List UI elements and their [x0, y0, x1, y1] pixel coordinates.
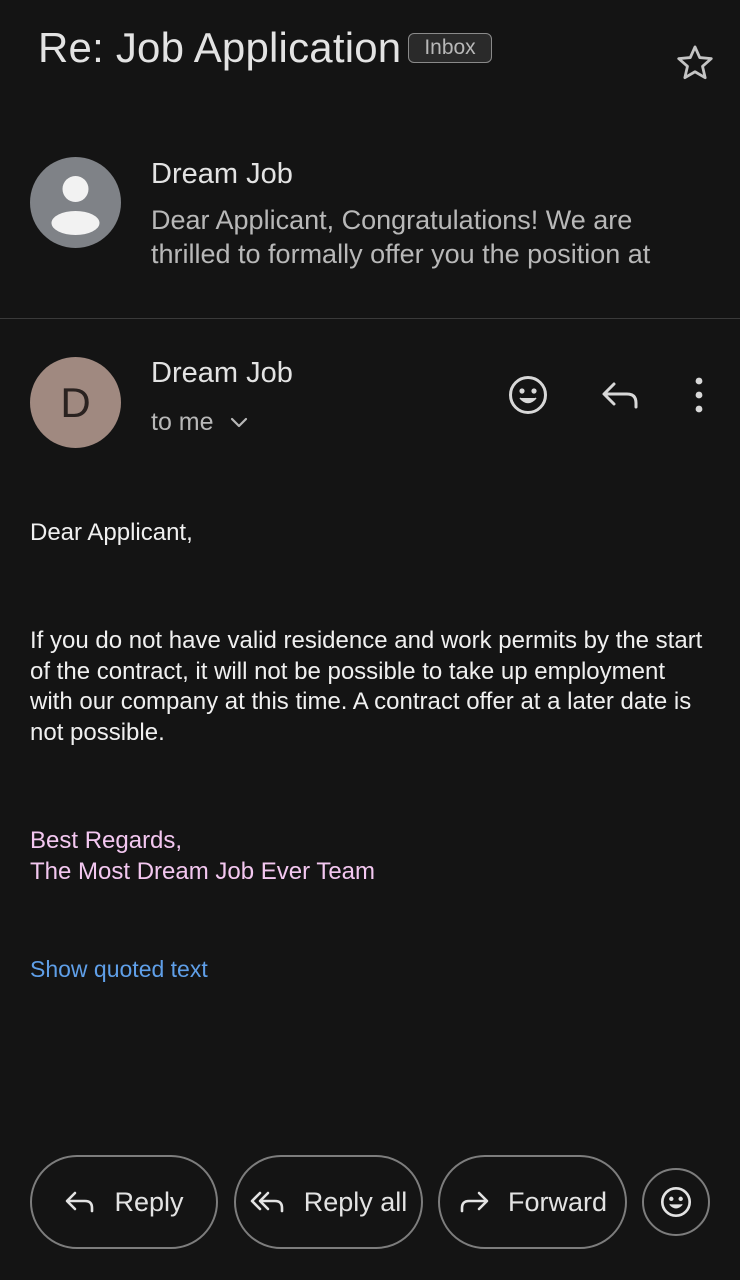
email-body-paragraph: If you do not have valid residence and w…	[30, 627, 703, 746]
reply-all-icon	[250, 1191, 284, 1213]
show-quoted-text-link[interactable]: Show quoted text	[30, 956, 208, 983]
recipient-label: to me	[151, 408, 214, 436]
reply-icon	[602, 382, 638, 409]
inbox-label-badge[interactable]: Inbox	[408, 33, 492, 63]
chevron-down-icon	[231, 418, 248, 428]
signature-line-team: The Most Dream Job Ever Team	[30, 857, 376, 885]
message-divider	[0, 318, 740, 319]
star-button[interactable]	[674, 42, 716, 84]
collapsed-message-snippet[interactable]: Dear Applicant, Congratulations! We are …	[151, 203, 711, 271]
email-subject: Re: Job Application	[38, 24, 402, 71]
reply-button-label: Reply	[114, 1186, 184, 1217]
reply-all-button[interactable]: Reply all	[234, 1155, 423, 1249]
forward-icon	[460, 1191, 489, 1213]
reply-icon-button[interactable]	[597, 372, 643, 418]
sender-avatar-generic[interactable]	[30, 157, 121, 248]
forward-button-label: Forward	[507, 1186, 608, 1217]
email-greeting: Dear Applicant,	[30, 519, 193, 546]
forward-button[interactable]: Forward	[438, 1155, 627, 1249]
reply-button[interactable]: Reply	[30, 1155, 218, 1249]
expanded-message-sender[interactable]: Dream Job	[151, 357, 293, 390]
emoji-reaction-icon	[509, 376, 547, 414]
star-outline-icon	[677, 45, 713, 80]
add-reaction-button[interactable]	[505, 372, 551, 418]
more-options-button[interactable]	[682, 372, 716, 418]
more-vert-icon	[695, 377, 703, 413]
emoji-reaction-icon	[660, 1186, 692, 1218]
reply-icon	[66, 1191, 94, 1213]
collapsed-message-sender[interactable]: Dream Job	[151, 158, 293, 191]
signature-line-regards: Best Regards,	[30, 827, 183, 854]
recipient-details-toggle[interactable]: to me	[151, 408, 248, 437]
person-icon	[51, 176, 100, 235]
email-signature: Best Regards, The Most Dream Job Ever Te…	[30, 826, 375, 887]
react-emoji-button[interactable]	[642, 1168, 710, 1236]
sender-avatar-letter[interactable]: D	[30, 357, 121, 448]
reply-all-button-label: Reply all	[303, 1186, 408, 1217]
